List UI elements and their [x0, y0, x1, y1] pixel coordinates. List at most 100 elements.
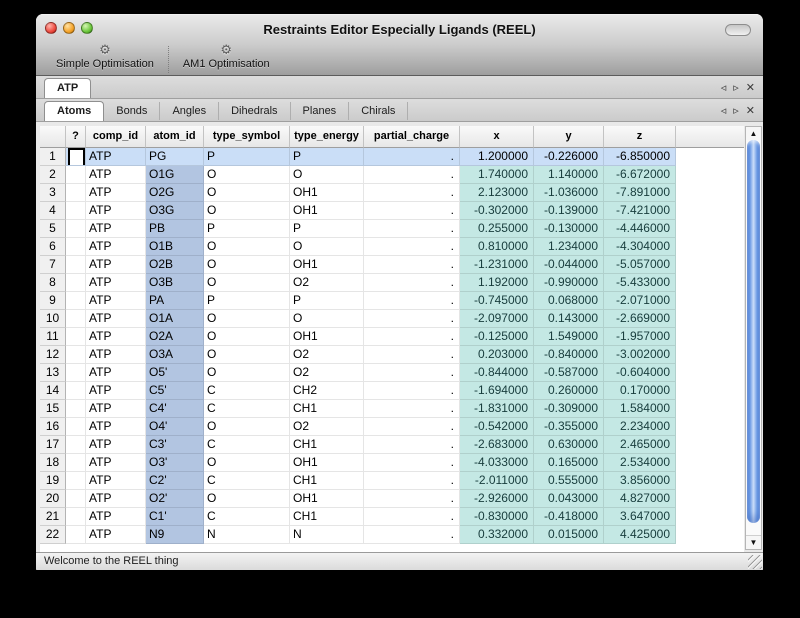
- cell-q[interactable]: [66, 382, 86, 400]
- cell-x[interactable]: -4.033000: [460, 454, 534, 472]
- tab-angles[interactable]: Angles: [160, 102, 219, 120]
- cell-y[interactable]: 0.143000: [534, 310, 604, 328]
- row-number[interactable]: 8: [40, 274, 66, 292]
- cell-x[interactable]: 1.192000: [460, 274, 534, 292]
- cell-typeqsymbol[interactable]: P: [204, 292, 290, 310]
- cell-z[interactable]: -0.604000: [604, 364, 676, 382]
- prev-tab-icon[interactable]: ◃: [721, 104, 727, 117]
- cell-compqid[interactable]: ATP: [86, 382, 146, 400]
- row-number[interactable]: 7: [40, 256, 66, 274]
- cell-typeqsymbol[interactable]: O: [204, 256, 290, 274]
- cell-z[interactable]: 3.647000: [604, 508, 676, 526]
- cell-z[interactable]: -7.421000: [604, 202, 676, 220]
- cell-z[interactable]: 2.534000: [604, 454, 676, 472]
- cell-partialqcharge[interactable]: .: [364, 526, 460, 544]
- cell-typeqsymbol[interactable]: O: [204, 418, 290, 436]
- cell-atomqid[interactable]: C1': [146, 508, 204, 526]
- cell-q[interactable]: [66, 328, 86, 346]
- cell-typeqsymbol[interactable]: O: [204, 238, 290, 256]
- cell-y[interactable]: 1.234000: [534, 238, 604, 256]
- cell-typeqsymbol[interactable]: O: [204, 166, 290, 184]
- cell-q[interactable]: [66, 220, 86, 238]
- cell-x[interactable]: -1.231000: [460, 256, 534, 274]
- cell-typeqsymbol[interactable]: C: [204, 472, 290, 490]
- cell-x[interactable]: -2.097000: [460, 310, 534, 328]
- cell-y[interactable]: 0.043000: [534, 490, 604, 508]
- cell-q[interactable]: [66, 436, 86, 454]
- cell-compqid[interactable]: ATP: [86, 292, 146, 310]
- cell-x[interactable]: -2.011000: [460, 472, 534, 490]
- tab-planes[interactable]: Planes: [291, 102, 350, 120]
- row-number[interactable]: 10: [40, 310, 66, 328]
- cell-typeqenergy[interactable]: P: [290, 292, 364, 310]
- cell-typeqsymbol[interactable]: P: [204, 220, 290, 238]
- cell-partialqcharge[interactable]: .: [364, 202, 460, 220]
- focused-cell-editor[interactable]: [68, 148, 85, 166]
- tab-chirals[interactable]: Chirals: [349, 102, 408, 120]
- cell-typeqenergy[interactable]: CH1: [290, 400, 364, 418]
- row-number[interactable]: 13: [40, 364, 66, 382]
- cell-partialqcharge[interactable]: .: [364, 436, 460, 454]
- cell-typeqsymbol[interactable]: O: [204, 274, 290, 292]
- column-header-y[interactable]: y: [534, 126, 604, 148]
- cell-q[interactable]: [66, 472, 86, 490]
- cell-q[interactable]: [66, 238, 86, 256]
- cell-compqid[interactable]: ATP: [86, 400, 146, 418]
- resize-grip-icon[interactable]: [748, 555, 762, 569]
- cell-z[interactable]: 3.856000: [604, 472, 676, 490]
- cell-compqid[interactable]: ATP: [86, 184, 146, 202]
- cell-typeqsymbol[interactable]: O: [204, 310, 290, 328]
- cell-typeqenergy[interactable]: O2: [290, 346, 364, 364]
- cell-typeqenergy[interactable]: N: [290, 526, 364, 544]
- cell-atomqid[interactable]: O2': [146, 490, 204, 508]
- cell-typeqenergy[interactable]: O2: [290, 418, 364, 436]
- cell-typeqsymbol[interactable]: O: [204, 202, 290, 220]
- cell-typeqenergy[interactable]: P: [290, 148, 364, 166]
- toolbar-button-simple-optimisation[interactable]: ⚙ Simple Optimisation: [44, 44, 166, 75]
- column-header-typeqenergy[interactable]: type_energy: [290, 126, 364, 148]
- cell-partialqcharge[interactable]: .: [364, 220, 460, 238]
- cell-atomqid[interactable]: O2B: [146, 256, 204, 274]
- cell-typeqsymbol[interactable]: C: [204, 436, 290, 454]
- cell-typeqenergy[interactable]: CH2: [290, 382, 364, 400]
- cell-partialqcharge[interactable]: .: [364, 364, 460, 382]
- cell-x[interactable]: -0.125000: [460, 328, 534, 346]
- cell-z[interactable]: -5.057000: [604, 256, 676, 274]
- cell-atomqid[interactable]: N9: [146, 526, 204, 544]
- cell-typeqenergy[interactable]: P: [290, 220, 364, 238]
- cell-atomqid[interactable]: O1B: [146, 238, 204, 256]
- cell-y[interactable]: -1.036000: [534, 184, 604, 202]
- cell-x[interactable]: 1.740000: [460, 166, 534, 184]
- cell-x[interactable]: 0.332000: [460, 526, 534, 544]
- cell-z[interactable]: 2.234000: [604, 418, 676, 436]
- cell-compqid[interactable]: ATP: [86, 274, 146, 292]
- cell-y[interactable]: -0.355000: [534, 418, 604, 436]
- cell-typeqenergy[interactable]: OH1: [290, 202, 364, 220]
- cell-atomqid[interactable]: C4': [146, 400, 204, 418]
- cell-y[interactable]: -0.130000: [534, 220, 604, 238]
- cell-q[interactable]: [66, 508, 86, 526]
- cell-x[interactable]: -0.844000: [460, 364, 534, 382]
- column-header-partialqcharge[interactable]: partial_charge: [364, 126, 460, 148]
- cell-y[interactable]: 0.260000: [534, 382, 604, 400]
- cell-atomqid[interactable]: O1A: [146, 310, 204, 328]
- close-tab-icon[interactable]: ✕: [746, 81, 755, 94]
- cell-partialqcharge[interactable]: .: [364, 184, 460, 202]
- cell-z[interactable]: -3.002000: [604, 346, 676, 364]
- cell-compqid[interactable]: ATP: [86, 418, 146, 436]
- cell-partialqcharge[interactable]: .: [364, 454, 460, 472]
- cell-typeqsymbol[interactable]: O: [204, 328, 290, 346]
- column-header-atomqid[interactable]: atom_id: [146, 126, 204, 148]
- cell-x[interactable]: 1.200000: [460, 148, 534, 166]
- row-number[interactable]: 1: [40, 148, 66, 166]
- tab-atoms[interactable]: Atoms: [44, 101, 104, 121]
- cell-y[interactable]: -0.587000: [534, 364, 604, 382]
- scroll-up-icon[interactable]: ▲: [746, 127, 761, 140]
- cell-typeqenergy[interactable]: OH1: [290, 454, 364, 472]
- cell-compqid[interactable]: ATP: [86, 364, 146, 382]
- cell-typeqsymbol[interactable]: N: [204, 526, 290, 544]
- cell-y[interactable]: -0.309000: [534, 400, 604, 418]
- row-number[interactable]: 22: [40, 526, 66, 544]
- prev-tab-icon[interactable]: ◃: [721, 81, 727, 94]
- cell-y[interactable]: 1.549000: [534, 328, 604, 346]
